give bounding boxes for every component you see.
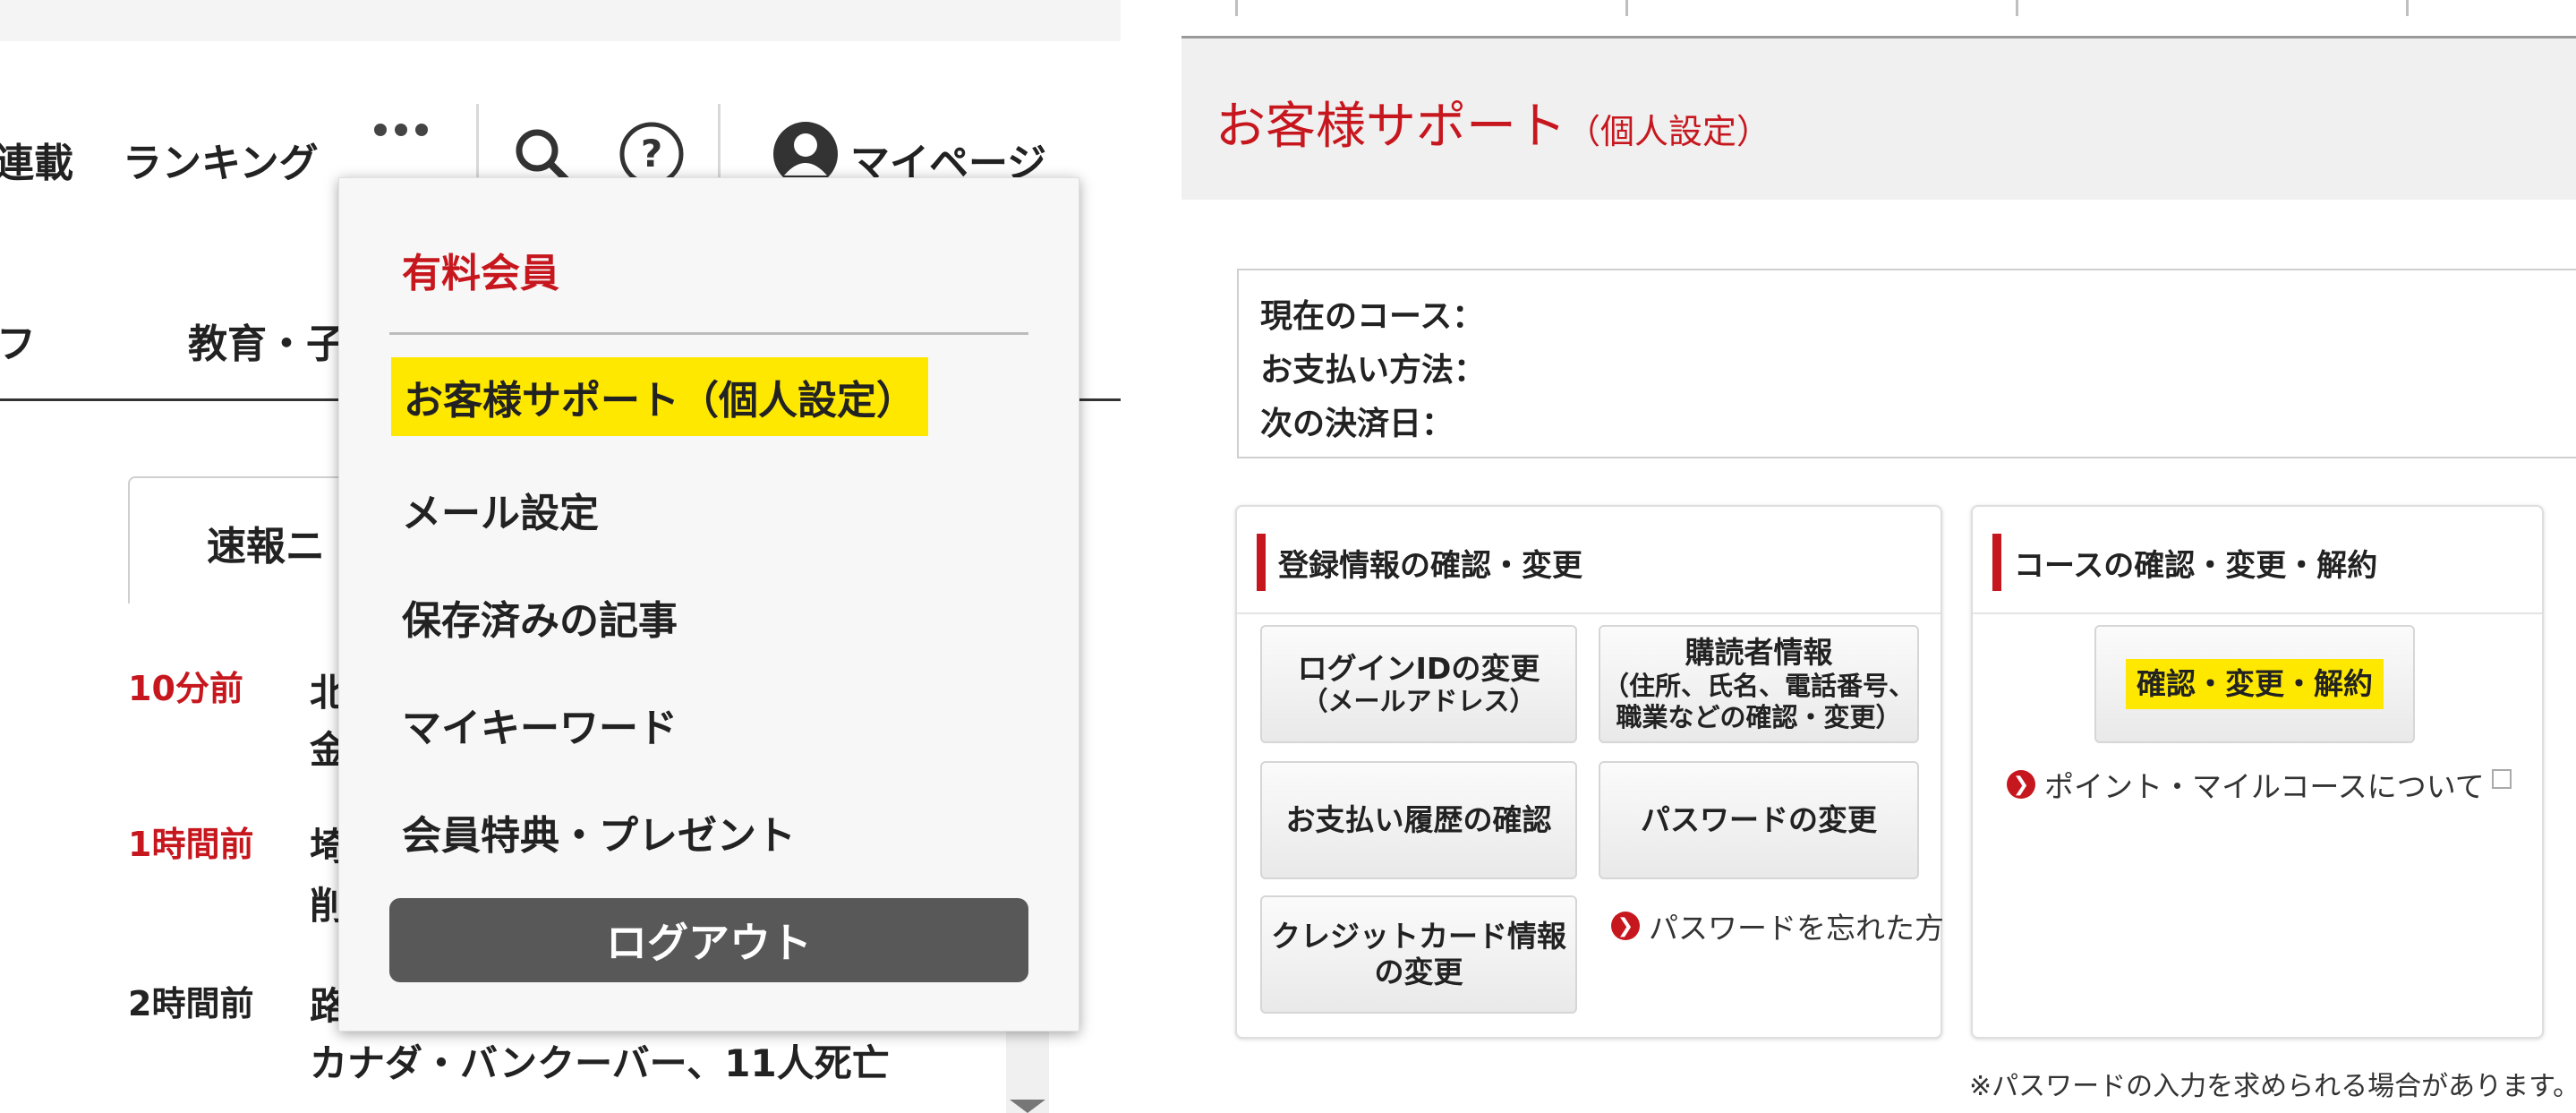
menu-item-member-benefits[interactable]: 会員特典・プレゼント — [402, 803, 796, 860]
course-panel: コースの確認・変更・解約 確認・変更・解約 ❯ ポイント・マイルコースについて — [1971, 505, 2544, 1039]
svg-text:?: ? — [641, 132, 662, 176]
subscriber-info-button[interactable]: 購読者情報 （住所、氏名、電話番号、 職業などの確認・変更） — [1599, 625, 1919, 743]
points-course-link[interactable]: ❯ ポイント・マイルコースについて — [2007, 763, 2512, 806]
button-sublabel: （メールアドレス） — [1301, 686, 1536, 717]
tab-separator — [1235, 0, 1238, 16]
page-title: お客様サポート（個人設定） — [1215, 86, 1770, 158]
news-headline[interactable]: カナダ・バンクーバー、11人死亡 — [310, 1033, 890, 1088]
nav-ranking[interactable]: ランキング — [123, 131, 319, 188]
external-link-icon — [2491, 769, 2512, 789]
button-label: ログインIDの変更 — [1297, 650, 1540, 686]
panel-divider — [1237, 612, 1941, 614]
tab-separator — [1625, 0, 1628, 16]
payment-history-button[interactable]: お支払い履歴の確認 — [1260, 761, 1577, 879]
news-time: 2時間前 — [128, 984, 254, 1023]
button-label: パスワードの変更 — [1641, 802, 1877, 838]
payment-method-label: お支払い方法： — [1260, 352, 1487, 389]
registration-heading: 登録情報の確認・変更 — [1257, 534, 1582, 591]
button-sublabel: 職業などの確認・変更） — [1616, 701, 1902, 732]
paid-member-label: 有料会員 — [402, 251, 559, 296]
course-confirm-button[interactable]: 確認・変更・解約 — [2094, 625, 2415, 743]
course-heading: コースの確認・変更・解約 — [1992, 534, 2377, 591]
current-course-label: 現在のコース： — [1260, 298, 1485, 335]
menu-item-saved-articles[interactable]: 保存済みの記事 — [402, 588, 678, 646]
menu-item-my-keywords[interactable]: マイキーワード — [402, 696, 678, 753]
category-tab[interactable]: フ — [0, 312, 36, 369]
password-change-button[interactable]: パスワードの変更 — [1599, 761, 1919, 879]
nav-serial[interactable]: 連載 — [0, 131, 73, 188]
menu-item-mail-settings[interactable]: メール設定 — [402, 481, 599, 538]
course-info-box: 現在のコース： お支払い方法： 次の決済日： — [1237, 269, 2576, 458]
panel-divider — [1973, 612, 2542, 614]
chevron-right-icon: ❯ — [2007, 770, 2035, 799]
news-time: 10分前 — [128, 669, 243, 708]
left-screenshot-panel: 連載 ランキング ? マイページ フ 教育・子 速報ニ 10分前 北 金 1時間… — [0, 0, 1121, 1113]
page-title-main: お客様サポート — [1215, 98, 1566, 156]
logout-button[interactable]: ログアウト — [389, 898, 1028, 982]
button-label: お支払い履歴の確認 — [1285, 802, 1552, 838]
page-title-sub: （個人設定） — [1566, 112, 1771, 151]
button-label: 購読者情報 — [1685, 635, 1833, 671]
button-sublabel: （住所、氏名、電話番号、 — [1602, 671, 1915, 701]
nav-divider — [718, 104, 721, 186]
forgot-password-link[interactable]: ❯ パスワードを忘れた方 — [1611, 904, 1944, 947]
link-label: パスワードを忘れた方 — [1649, 911, 1944, 946]
tab-separator — [2016, 0, 2018, 16]
menu-divider — [389, 332, 1028, 335]
scroll-down-icon[interactable] — [1010, 1100, 1045, 1113]
category-tab[interactable]: 教育・子 — [188, 312, 345, 369]
top-strip — [0, 0, 1121, 41]
button-label: の変更 — [1374, 955, 1463, 989]
menu-item-customer-support[interactable]: お客様サポート（個人設定） — [391, 357, 928, 436]
button-label: クレジットカード情報 — [1271, 919, 1566, 955]
next-payment-label: 次の決済日： — [1260, 406, 1454, 442]
chevron-right-icon: ❯ — [1611, 912, 1640, 940]
password-note: ※パスワードの入力を求められる場合があります。 — [1969, 1071, 2576, 1102]
tab-breaking-news[interactable]: 速報ニ — [128, 476, 364, 604]
tab-label: 速報ニ — [207, 524, 325, 569]
credit-card-change-button[interactable]: クレジットカード情報 の変更 — [1260, 895, 1577, 1014]
login-id-change-button[interactable]: ログインIDの変更 （メールアドレス） — [1260, 625, 1577, 743]
button-label: 確認・変更・解約 — [2126, 659, 2384, 709]
nav-divider — [476, 104, 479, 186]
more-icon[interactable] — [374, 124, 428, 136]
news-time: 1時間前 — [128, 825, 254, 864]
mypage-dropdown-menu: 有料会員 お客様サポート（個人設定） メール設定 保存済みの記事 マイキーワード… — [338, 177, 1079, 1032]
tab-separator — [2406, 0, 2409, 16]
link-label: ポイント・マイルコースについて — [2044, 769, 2485, 804]
registration-panel: 登録情報の確認・変更 ログインIDの変更 （メールアドレス） 購読者情報 （住所… — [1235, 505, 1944, 1039]
right-screenshot-panel: お客様サポート（個人設定） 現在のコース： お支払い方法： 次の決済日： 登録情… — [1181, 0, 2576, 1113]
